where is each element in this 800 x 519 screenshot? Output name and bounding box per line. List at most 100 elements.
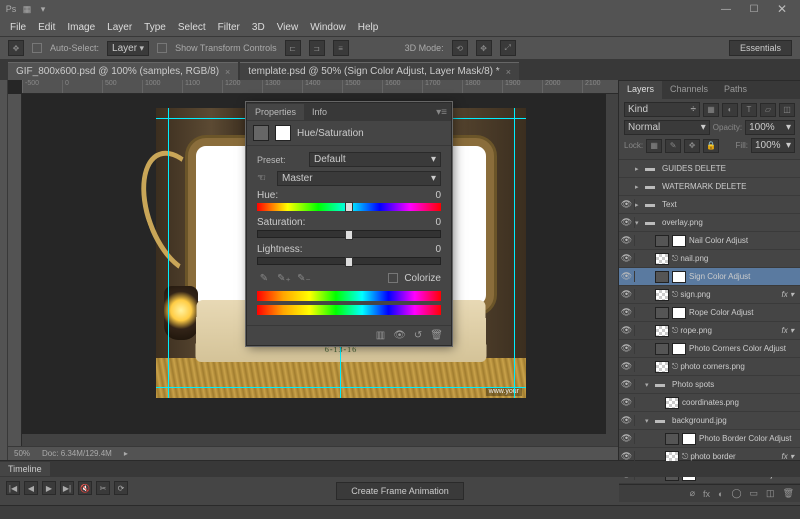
visibility-toggle[interactable]: 👁 — [619, 253, 635, 264]
layer-name[interactable]: Nail Color Adjust — [689, 236, 797, 245]
layer-row[interactable]: 👁▸▬Text — [619, 196, 800, 214]
layer-name[interactable]: sign.png — [680, 290, 778, 299]
saturation-value[interactable]: 0 — [435, 217, 441, 228]
layer-name[interactable]: Photo spots — [672, 380, 797, 389]
align-icon-1[interactable]: ⊏ — [285, 40, 301, 56]
lock-all-icon[interactable]: 🔒 — [703, 139, 719, 153]
layer-name[interactable]: overlay.png — [662, 218, 797, 227]
clip-icon[interactable]: ▥ — [376, 330, 385, 341]
timeline-prev-icon[interactable]: ◀ — [24, 481, 38, 495]
delete-adjustment-icon[interactable]: 🗑 — [430, 330, 443, 341]
menu-3d[interactable]: 3D — [252, 22, 265, 33]
timeline-next-icon[interactable]: ▶| — [60, 481, 74, 495]
layer-name[interactable]: Photo Border Color Adjust — [699, 434, 797, 443]
fx-badge[interactable]: fx ▾ — [779, 452, 797, 461]
create-frame-animation-button[interactable]: Create Frame Animation — [336, 482, 464, 500]
auto-select-checkbox[interactable] — [32, 43, 42, 53]
layer-row[interactable]: 👁▾▬Photo spots — [619, 376, 800, 394]
layer-row[interactable]: ▸▬WATERMARK DELETE — [619, 178, 800, 196]
slider-thumb[interactable] — [345, 202, 353, 212]
minimize-button[interactable]: — — [712, 0, 740, 18]
align-icon-3[interactable]: ≡ — [333, 40, 349, 56]
visibility-toggle[interactable]: 👁 — [619, 361, 635, 372]
layer-row[interactable]: 👁▾▬background.jpg — [619, 412, 800, 430]
layer-row[interactable]: 👁⎋sign.pngfx ▾ — [619, 286, 800, 304]
layer-row[interactable]: 👁Photo Border Color Adjust — [619, 430, 800, 448]
lock-pixels-icon[interactable]: ✎ — [665, 139, 681, 153]
blend-mode-dropdown[interactable]: Normal▾ — [624, 120, 710, 135]
timeline-transition-icon[interactable]: ⟳ — [114, 481, 128, 495]
move-tool-icon[interactable]: ✥ — [8, 40, 24, 56]
view-previous-icon[interactable]: 👁 — [393, 330, 406, 341]
fill-input[interactable]: 100%▾ — [751, 138, 795, 153]
layer-name[interactable]: Text — [662, 200, 797, 209]
preset-dropdown[interactable]: Default▾ — [309, 152, 441, 167]
layer-name[interactable]: Photo Corners Color Adjust — [689, 344, 797, 353]
status-arrow-icon[interactable]: ▸ — [124, 449, 128, 458]
close-tab-icon[interactable]: × — [506, 67, 511, 77]
channel-dropdown[interactable]: Master▾ — [277, 171, 441, 186]
timeline-split-icon[interactable]: ✂ — [96, 481, 110, 495]
tab-channels[interactable]: Channels — [662, 81, 716, 99]
menu-layer[interactable]: Layer — [107, 22, 132, 33]
colorize-checkbox[interactable] — [388, 273, 398, 283]
eyedropper-icon[interactable]: ✎ — [257, 271, 271, 285]
opacity-input[interactable]: 100%▾ — [745, 120, 795, 135]
tab-layers[interactable]: Layers — [619, 81, 662, 99]
reset-icon[interactable]: ↺ — [414, 330, 422, 341]
visibility-toggle[interactable]: 👁 — [619, 343, 635, 354]
lightness-slider[interactable] — [257, 257, 441, 265]
lock-position-icon[interactable]: ✥ — [684, 139, 700, 153]
filter-type-icon[interactable]: T — [741, 103, 757, 117]
saturation-slider[interactable] — [257, 230, 441, 238]
filter-adjust-icon[interactable]: ◐ — [722, 103, 738, 117]
layer-row[interactable]: 👁⎋photo corners.png — [619, 358, 800, 376]
close-button[interactable]: ✕ — [768, 0, 796, 18]
visibility-toggle[interactable]: 👁 — [619, 307, 635, 318]
layer-name[interactable]: rope.png — [680, 326, 778, 335]
properties-panel[interactable]: Properties Info ▾≡ Hue/Saturation Preset… — [246, 102, 452, 346]
visibility-toggle[interactable]: 👁 — [619, 379, 635, 390]
layer-name[interactable]: Sign Color Adjust — [689, 272, 797, 281]
lightness-value[interactable]: 0 — [435, 244, 441, 255]
menu-filter[interactable]: Filter — [218, 22, 240, 33]
layer-row[interactable]: 👁Nail Color Adjust — [619, 232, 800, 250]
layer-row[interactable]: 👁 Photo Corners Color Adjust — [619, 340, 800, 358]
bridge-icon[interactable]: ▦ — [20, 2, 34, 16]
visibility-toggle[interactable]: 👁 — [619, 397, 635, 408]
guide-vertical[interactable] — [168, 108, 169, 398]
vertical-scrollbar[interactable] — [606, 94, 618, 434]
menu-select[interactable]: Select — [178, 22, 206, 33]
layer-name[interactable]: photo border — [690, 452, 778, 461]
hue-slider[interactable] — [257, 203, 441, 211]
layer-row[interactable]: 👁coordinates.png — [619, 394, 800, 412]
layer-row[interactable]: 👁 Rope Color Adjust — [619, 304, 800, 322]
menu-type[interactable]: Type — [144, 22, 166, 33]
visibility-toggle[interactable]: 👁 — [619, 289, 635, 300]
workspace-switcher[interactable]: Essentials — [729, 40, 792, 56]
layer-name[interactable]: WATERMARK DELETE — [662, 182, 797, 191]
visibility-toggle[interactable]: 👁 — [619, 199, 635, 210]
tab-info[interactable]: Info — [304, 104, 335, 120]
layers-list[interactable]: ▸▬GUIDES DELETE▸▬WATERMARK DELETE👁▸▬Text… — [619, 160, 800, 484]
menu-file[interactable]: File — [10, 22, 26, 33]
filter-kind-dropdown[interactable]: Kind÷ — [624, 102, 700, 117]
document-tab[interactable]: GIF_800x600.psd @ 100% (samples, RGB/8)× — [8, 62, 238, 80]
fx-badge[interactable]: fx ▾ — [779, 290, 797, 299]
tab-paths[interactable]: Paths — [716, 81, 755, 99]
layer-row[interactable]: 👁▾▬overlay.png — [619, 214, 800, 232]
guide-horizontal[interactable] — [156, 387, 526, 388]
timeline-play-icon[interactable]: ▶ — [42, 481, 56, 495]
menu-edit[interactable]: Edit — [38, 22, 55, 33]
layer-name[interactable]: nail.png — [680, 254, 797, 263]
zoom-level[interactable]: 50% — [14, 449, 30, 458]
mode3d-icon-3[interactable]: ⤢ — [500, 40, 516, 56]
dropdown-icon[interactable]: ▾ — [36, 2, 50, 16]
visibility-toggle[interactable]: 👁 — [619, 271, 635, 282]
menu-help[interactable]: Help — [358, 22, 379, 33]
panel-menu-icon[interactable]: ▾≡ — [432, 107, 451, 118]
layer-name[interactable]: Rope Color Adjust — [689, 308, 797, 317]
lock-transparency-icon[interactable]: ▦ — [646, 139, 662, 153]
filter-shape-icon[interactable]: ▱ — [760, 103, 776, 117]
eyedropper-minus-icon[interactable]: ✎₋ — [297, 271, 311, 285]
